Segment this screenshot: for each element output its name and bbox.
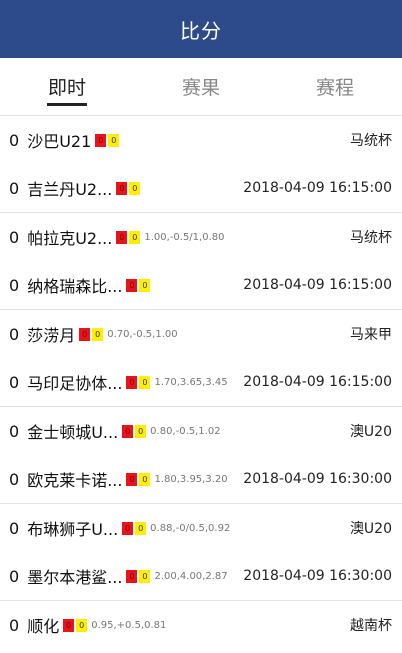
home-team: 沙巴U21: [27, 132, 92, 151]
odds-text: 0.88,-0/0.5,0.92: [150, 522, 231, 534]
home-score: 0: [9, 130, 20, 150]
home-score: 0: [9, 615, 20, 635]
red-card-badge: 0: [122, 424, 134, 438]
home-row: 0 帕拉克U2... 0 0 1.00,-0.5/1,0.80 马统杯: [0, 213, 402, 261]
match-item[interactable]: 0 金士顿城U... 0 0 0.80,-0.5,1.02 澳U20 0 欧克莱…: [0, 407, 402, 504]
home-row: 0 莎涝月 0 0 0.70,-0.5,1.00 马来甲: [0, 310, 402, 358]
red-card-badge: 0: [126, 472, 138, 486]
away-score: 0: [9, 372, 20, 392]
odds-text: 0.70,-0.5,1.00: [107, 328, 178, 340]
home-team: 莎涝月: [27, 326, 76, 345]
yellow-card-badge: 0: [129, 181, 141, 195]
away-team: 吉兰丹U2...: [27, 180, 113, 199]
yellow-card-badge: 0: [139, 472, 151, 486]
home-team: 布琳狮子U...: [27, 520, 119, 539]
match-list: 0 沙巴U21 0 0 马统杯 0 吉兰丹U2... 0 0 2018-04-0…: [0, 116, 402, 653]
page-title: 比分: [180, 18, 222, 43]
match-time: 2018-04-09 16:30:00: [243, 471, 392, 487]
home-row: 0 顺化 0 0 0.95,+0.5,0.81 越南杯: [0, 601, 402, 649]
red-card-badge: 0: [95, 133, 107, 147]
red-card-badge: 0: [79, 327, 91, 341]
league-name: 马统杯: [350, 230, 392, 246]
home-score: 0: [9, 324, 20, 344]
away-score: 0: [9, 469, 20, 489]
home-team: 金士顿城U...: [27, 423, 119, 442]
league-name: 马来甲: [350, 327, 392, 343]
yellow-card-badge: 0: [135, 521, 147, 535]
away-row: 0 纳格瑞森比... 0 0 2018-04-09 16:15:00: [0, 261, 402, 309]
odds-text: 1.80,3.95,3.20: [154, 473, 228, 485]
away-score: 0: [9, 566, 20, 586]
red-card-badge: 0: [116, 181, 128, 195]
red-card-badge: 0: [126, 375, 138, 389]
away-team: 墨尔本港鲨...: [27, 568, 123, 587]
match-time: 2018-04-09 16:15:00: [243, 277, 392, 293]
tab-results[interactable]: 赛果: [134, 58, 268, 115]
away-row: 0 墨尔本港鲨... 0 0 2.00,4.00,2.87 2018-04-09…: [0, 552, 402, 600]
home-team: 顺化: [27, 617, 60, 636]
odds-text: 0.80,-0.5,1.02: [150, 425, 221, 437]
away-row: 0 吉兰丹U2... 0 0 2018-04-09 16:15:00: [0, 164, 402, 212]
home-score: 0: [9, 421, 20, 441]
red-card-badge: 0: [63, 618, 75, 632]
odds-text: 2.00,4.00,2.87: [154, 570, 228, 582]
yellow-card-badge: 0: [108, 133, 120, 147]
yellow-card-badge: 0: [129, 230, 141, 244]
yellow-card-badge: 0: [92, 327, 104, 341]
yellow-card-badge: 0: [139, 375, 151, 389]
home-row: 0 金士顿城U... 0 0 0.80,-0.5,1.02 澳U20: [0, 407, 402, 455]
odds-text: 1.70,3.65,3.45: [154, 376, 228, 388]
home-team: 帕拉克U2...: [27, 229, 113, 248]
odds-text: 1.00,-0.5/1,0.80: [144, 231, 225, 243]
match-time: 2018-04-09 16:15:00: [243, 180, 392, 196]
match-item[interactable]: 0 布琳狮子U... 0 0 0.88,-0/0.5,0.92 澳U20 0 墨…: [0, 504, 402, 601]
yellow-card-badge: 0: [135, 424, 147, 438]
away-score: 0: [9, 178, 20, 198]
yellow-card-badge: 0: [139, 569, 151, 583]
away-row: 0 欧克莱卡诺... 0 0 1.80,3.95,3.20 2018-04-09…: [0, 455, 402, 503]
away-team: 纳格瑞森比...: [27, 277, 123, 296]
away-row: 0 马印足协体... 0 0 1.70,3.65,3.45 2018-04-09…: [0, 358, 402, 406]
tab-schedule[interactable]: 赛程: [268, 58, 402, 115]
home-score: 0: [9, 227, 20, 247]
match-time: 2018-04-09 16:15:00: [243, 374, 392, 390]
yellow-card-badge: 0: [76, 618, 88, 632]
home-score: 0: [9, 518, 20, 538]
league-name: 澳U20: [349, 521, 392, 537]
tab-bar: 即时 赛果 赛程: [0, 58, 402, 116]
match-item[interactable]: 0 沙巴U21 0 0 马统杯 0 吉兰丹U2... 0 0 2018-04-0…: [0, 116, 402, 213]
away-team: 欧克莱卡诺...: [27, 471, 123, 490]
match-item[interactable]: 0 顺化 0 0 0.95,+0.5,0.81 越南杯: [0, 601, 402, 653]
league-name: 澳U20: [349, 424, 392, 440]
league-name: 越南杯: [350, 618, 392, 634]
away-team: 马印足协体...: [27, 374, 123, 393]
red-card-badge: 0: [126, 569, 138, 583]
home-row: 0 沙巴U21 0 0 马统杯: [0, 116, 402, 164]
home-row: 0 布琳狮子U... 0 0 0.88,-0/0.5,0.92 澳U20: [0, 504, 402, 552]
red-card-badge: 0: [122, 521, 134, 535]
away-score: 0: [9, 275, 20, 295]
match-time: 2018-04-09 16:30:00: [243, 568, 392, 584]
yellow-card-badge: 0: [139, 278, 151, 292]
red-card-badge: 0: [126, 278, 138, 292]
league-name: 马统杯: [350, 133, 392, 149]
tab-live[interactable]: 即时: [0, 58, 134, 115]
odds-text: 0.95,+0.5,0.81: [91, 619, 167, 631]
match-item[interactable]: 0 莎涝月 0 0 0.70,-0.5,1.00 马来甲 0 马印足协体... …: [0, 310, 402, 407]
app-header: 比分: [0, 0, 402, 58]
red-card-badge: 0: [116, 230, 128, 244]
match-item[interactable]: 0 帕拉克U2... 0 0 1.00,-0.5/1,0.80 马统杯 0 纳格…: [0, 213, 402, 310]
